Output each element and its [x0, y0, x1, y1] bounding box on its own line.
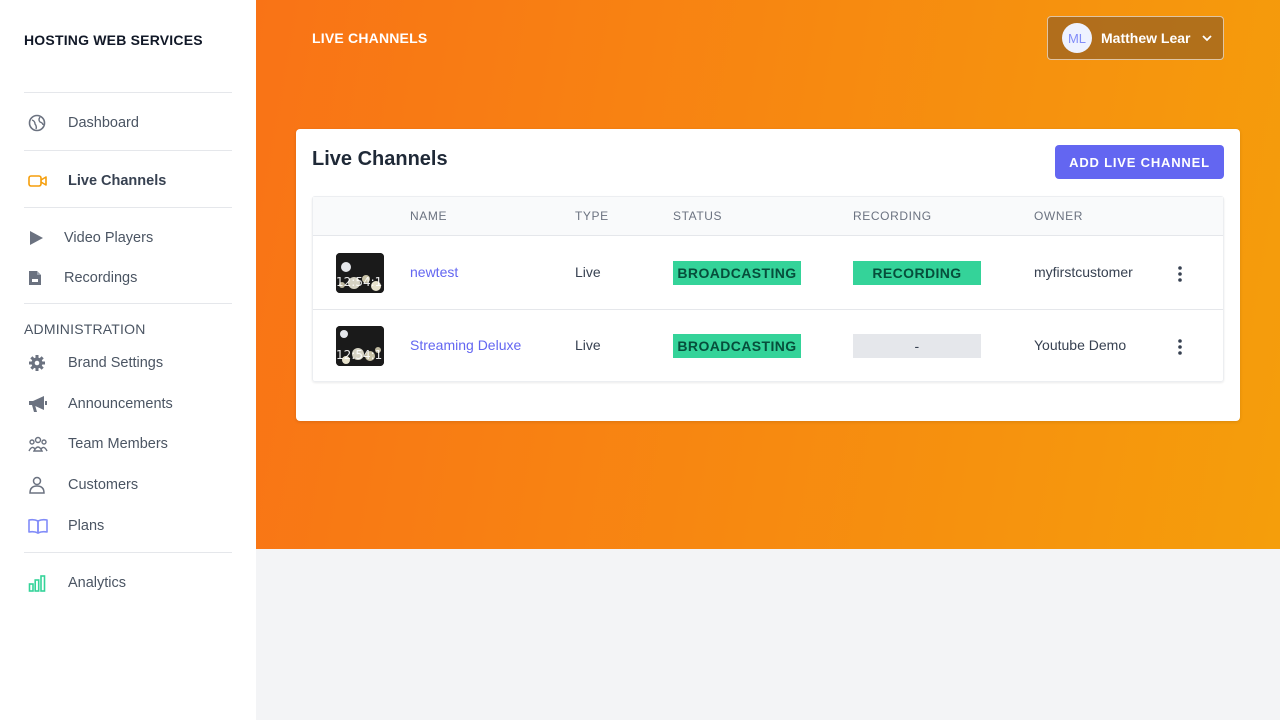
sidebar-item-analytics[interactable]: Analytics [24, 571, 232, 595]
sidebar-item-label: Analytics [68, 575, 127, 591]
chart-bar-icon [28, 572, 56, 594]
row-actions-kebab-icon[interactable] [1175, 264, 1185, 284]
sidebar-item-plans[interactable]: Plans [24, 514, 232, 538]
sidebar-item-label: Plans [68, 518, 105, 534]
sidebar-item-recordings[interactable]: Recordings [24, 266, 232, 290]
row-actions-kebab-icon[interactable] [1175, 337, 1185, 357]
sidebar-item-label: Dashboard [68, 115, 139, 131]
channel-name-link[interactable]: Streaming Deluxe [410, 337, 521, 353]
sidebar-item-announcements[interactable]: Announcements [24, 392, 232, 416]
table-header: NAME TYPE STATUS RECORDING OWNER [313, 197, 1223, 236]
status-badge: BROADCASTING [673, 334, 801, 358]
sidebar-item-dashboard[interactable]: Dashboard [24, 111, 232, 135]
sidebar-item-live-channels[interactable]: Live Channels [24, 169, 232, 193]
column-header-status: STATUS [673, 209, 723, 223]
sidebar-divider [24, 207, 232, 208]
status-badge: BROADCASTING [673, 261, 801, 285]
team-icon [28, 433, 56, 455]
sidebar-divider [24, 552, 232, 553]
thumbnail-timestamp: 12:54:1 [336, 348, 383, 362]
sidebar-item-label: Video Players [64, 230, 154, 246]
channel-type: Live [575, 264, 601, 280]
column-header-name: NAME [410, 209, 448, 223]
gear-icon [28, 352, 56, 374]
table-row: 12:54:1 newtest Live BROADCASTING RECORD… [313, 237, 1223, 310]
table-row: 12:54:1 Streaming Deluxe Live BROADCASTI… [313, 310, 1223, 383]
channels-table: NAME TYPE STATUS RECORDING OWNER 12:54:1… [312, 196, 1224, 382]
sidebar-item-label: Customers [68, 477, 139, 493]
channel-owner: myfirstcustomer [1034, 264, 1133, 280]
recording-badge: RECORDING [853, 261, 981, 285]
play-icon [28, 227, 52, 249]
recording-badge: - [853, 334, 981, 358]
channel-name-link[interactable]: newtest [410, 264, 458, 280]
sidebar: HOSTING WEB SERVICES Dashboard Live Chan… [0, 0, 256, 720]
page-title: LIVE CHANNELS [312, 30, 428, 46]
add-live-channel-button[interactable]: ADD LIVE CHANNEL [1055, 145, 1224, 179]
sidebar-item-brand-settings[interactable]: Brand Settings [24, 351, 232, 375]
thumbnail-timestamp: 12:54:1 [336, 275, 383, 289]
sidebar-item-label: Brand Settings [68, 355, 164, 371]
sidebar-divider [24, 92, 232, 93]
user-name: Matthew Lear [1101, 30, 1191, 46]
user-menu-button[interactable]: ML Matthew Lear [1047, 16, 1224, 60]
column-header-owner: OWNER [1034, 209, 1083, 223]
users-icon [28, 474, 56, 496]
sidebar-item-video-players[interactable]: Video Players [24, 226, 232, 250]
avatar: ML [1062, 23, 1092, 53]
sidebar-item-label: Recordings [64, 270, 138, 286]
sidebar-item-label: Announcements [68, 396, 173, 412]
channel-type: Live [575, 337, 601, 353]
sidebar-item-team-members[interactable]: Team Members [24, 432, 232, 456]
book-icon [28, 515, 56, 537]
sidebar-item-label: Team Members [68, 436, 168, 452]
video-camera-icon [28, 170, 56, 192]
column-header-recording: RECORDING [853, 209, 932, 223]
sidebar-item-customers[interactable]: Customers [24, 473, 232, 497]
channel-thumbnail[interactable]: 12:54:1 [336, 326, 384, 366]
channel-owner: Youtube Demo [1034, 337, 1127, 353]
live-channels-card: Live Channels ADD LIVE CHANNEL NAME TYPE… [296, 129, 1240, 421]
sidebar-divider [24, 303, 232, 304]
channel-thumbnail[interactable]: 12:54:1 [336, 253, 384, 293]
column-header-type: TYPE [575, 209, 609, 223]
globe-icon [28, 112, 56, 134]
brand-name: HOSTING WEB SERVICES [24, 32, 203, 48]
card-title: Live Channels [312, 148, 448, 170]
document-icon [28, 267, 52, 289]
sidebar-divider [24, 150, 232, 151]
sidebar-item-label: Live Channels [68, 173, 167, 189]
admin-section-title: ADMINISTRATION [24, 321, 146, 337]
chevron-down-icon [1202, 33, 1213, 43]
megaphone-icon [28, 393, 56, 415]
